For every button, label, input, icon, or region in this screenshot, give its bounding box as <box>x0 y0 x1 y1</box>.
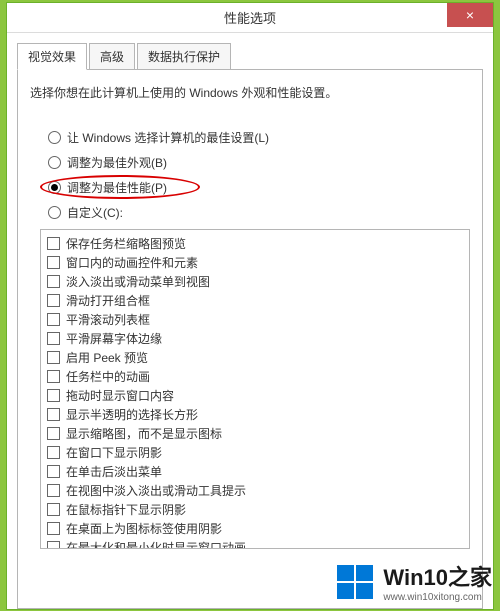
tab-container: 视觉效果 高级 数据执行保护 选择你想在此计算机上使用的 Windows 外观和… <box>7 33 493 609</box>
list-item[interactable]: 在鼠标指针下显示阴影 <box>47 500 463 519</box>
tab-dep[interactable]: 数据执行保护 <box>137 43 231 70</box>
list-item[interactable]: 在单击后淡出菜单 <box>47 462 463 481</box>
radio-row-best-appearance[interactable]: 调整为最佳外观(B) <box>48 154 470 171</box>
list-item[interactable]: 保存任务栏缩略图预览 <box>47 234 463 253</box>
radio-row-custom[interactable]: 自定义(C): <box>48 204 470 221</box>
checkbox[interactable] <box>47 541 60 549</box>
list-item[interactable]: 平滑屏幕字体边缘 <box>47 329 463 348</box>
watermark: Win10之家 www.win10xitong.com <box>335 560 492 603</box>
tab-advanced[interactable]: 高级 <box>89 43 135 70</box>
checkbox[interactable] <box>47 389 60 402</box>
checkbox[interactable] <box>47 465 60 478</box>
check-label: 保存任务栏缩略图预览 <box>66 235 186 252</box>
check-label: 在单击后淡出菜单 <box>66 463 162 480</box>
window-title: 性能选项 <box>224 8 276 27</box>
list-item[interactable]: 启用 Peek 预览 <box>47 348 463 367</box>
tab-strip: 视觉效果 高级 数据执行保护 <box>17 43 483 70</box>
watermark-text: Win10之家 www.win10xitong.com <box>383 560 492 603</box>
radio-custom-label: 自定义(C): <box>67 204 123 221</box>
checkbox[interactable] <box>47 332 60 345</box>
performance-options-dialog: 性能选项 × 视觉效果 高级 数据执行保护 选择你想在此计算机上使用的 Wind… <box>6 2 494 610</box>
radio-group: 让 Windows 选择计算机的最佳设置(L) 调整为最佳外观(B) 调整为最佳… <box>48 129 470 221</box>
checkbox[interactable] <box>47 237 60 250</box>
list-item[interactable]: 显示缩略图，而不是显示图标 <box>47 424 463 443</box>
checkbox[interactable] <box>47 522 60 535</box>
check-label: 滑动打开组合框 <box>66 292 150 309</box>
check-label: 在桌面上为图标标签使用阴影 <box>66 520 222 537</box>
list-item[interactable]: 淡入淡出或滑动菜单到视图 <box>47 272 463 291</box>
radio-best-appearance[interactable] <box>48 156 61 169</box>
check-label: 任务栏中的动画 <box>66 368 150 385</box>
close-icon: × <box>466 7 474 23</box>
check-label: 拖动时显示窗口内容 <box>66 387 174 404</box>
checkbox[interactable] <box>47 427 60 440</box>
check-label: 淡入淡出或滑动菜单到视图 <box>66 273 210 290</box>
list-item[interactable]: 显示半透明的选择长方形 <box>47 405 463 424</box>
list-item[interactable]: 在最大化和最小化时显示窗口动画 <box>47 538 463 549</box>
check-label: 窗口内的动画控件和元素 <box>66 254 198 271</box>
list-item[interactable]: 平滑滚动列表框 <box>47 310 463 329</box>
checkbox[interactable] <box>47 446 60 459</box>
panel-description: 选择你想在此计算机上使用的 Windows 外观和性能设置。 <box>30 84 470 101</box>
checkbox[interactable] <box>47 351 60 364</box>
checkbox[interactable] <box>47 370 60 383</box>
check-label: 在窗口下显示阴影 <box>66 444 162 461</box>
radio-auto[interactable] <box>48 131 61 144</box>
checkbox[interactable] <box>47 294 60 307</box>
checkbox[interactable] <box>47 275 60 288</box>
radio-custom[interactable] <box>48 206 61 219</box>
checkbox[interactable] <box>47 256 60 269</box>
check-label: 在鼠标指针下显示阴影 <box>66 501 186 518</box>
watermark-url: www.win10xitong.com <box>383 592 492 603</box>
tab-visual-effects[interactable]: 视觉效果 <box>17 43 87 70</box>
radio-auto-label: 让 Windows 选择计算机的最佳设置(L) <box>67 129 269 146</box>
checkbox[interactable] <box>47 408 60 421</box>
radio-row-auto[interactable]: 让 Windows 选择计算机的最佳设置(L) <box>48 129 470 146</box>
list-item[interactable]: 任务栏中的动画 <box>47 367 463 386</box>
windows-logo-icon <box>335 562 375 602</box>
check-label: 平滑屏幕字体边缘 <box>66 330 162 347</box>
radio-best-performance[interactable] <box>48 181 61 194</box>
check-label: 显示半透明的选择长方形 <box>66 406 198 423</box>
list-item[interactable]: 拖动时显示窗口内容 <box>47 386 463 405</box>
list-item[interactable]: 滑动打开组合框 <box>47 291 463 310</box>
check-label: 显示缩略图，而不是显示图标 <box>66 425 222 442</box>
checkbox[interactable] <box>47 484 60 497</box>
titlebar: 性能选项 × <box>7 3 493 33</box>
check-label: 启用 Peek 预览 <box>66 349 148 366</box>
effects-checklist[interactable]: 保存任务栏缩略图预览 窗口内的动画控件和元素 淡入淡出或滑动菜单到视图 滑动打开… <box>40 229 470 549</box>
checkbox[interactable] <box>47 313 60 326</box>
check-label: 在最大化和最小化时显示窗口动画 <box>66 539 246 549</box>
list-item[interactable]: 在视图中淡入淡出或滑动工具提示 <box>47 481 463 500</box>
watermark-title: Win10之家 <box>383 560 492 592</box>
list-item[interactable]: 在窗口下显示阴影 <box>47 443 463 462</box>
radio-best-performance-label: 调整为最佳性能(P) <box>67 179 167 196</box>
checkbox[interactable] <box>47 503 60 516</box>
list-item[interactable]: 窗口内的动画控件和元素 <box>47 253 463 272</box>
close-button[interactable]: × <box>447 3 493 27</box>
tab-panel-visual: 选择你想在此计算机上使用的 Windows 外观和性能设置。 让 Windows… <box>17 69 483 609</box>
radio-row-best-performance[interactable]: 调整为最佳性能(P) <box>48 179 470 196</box>
check-label: 在视图中淡入淡出或滑动工具提示 <box>66 482 246 499</box>
check-label: 平滑滚动列表框 <box>66 311 150 328</box>
list-item[interactable]: 在桌面上为图标标签使用阴影 <box>47 519 463 538</box>
radio-best-appearance-label: 调整为最佳外观(B) <box>67 154 167 171</box>
